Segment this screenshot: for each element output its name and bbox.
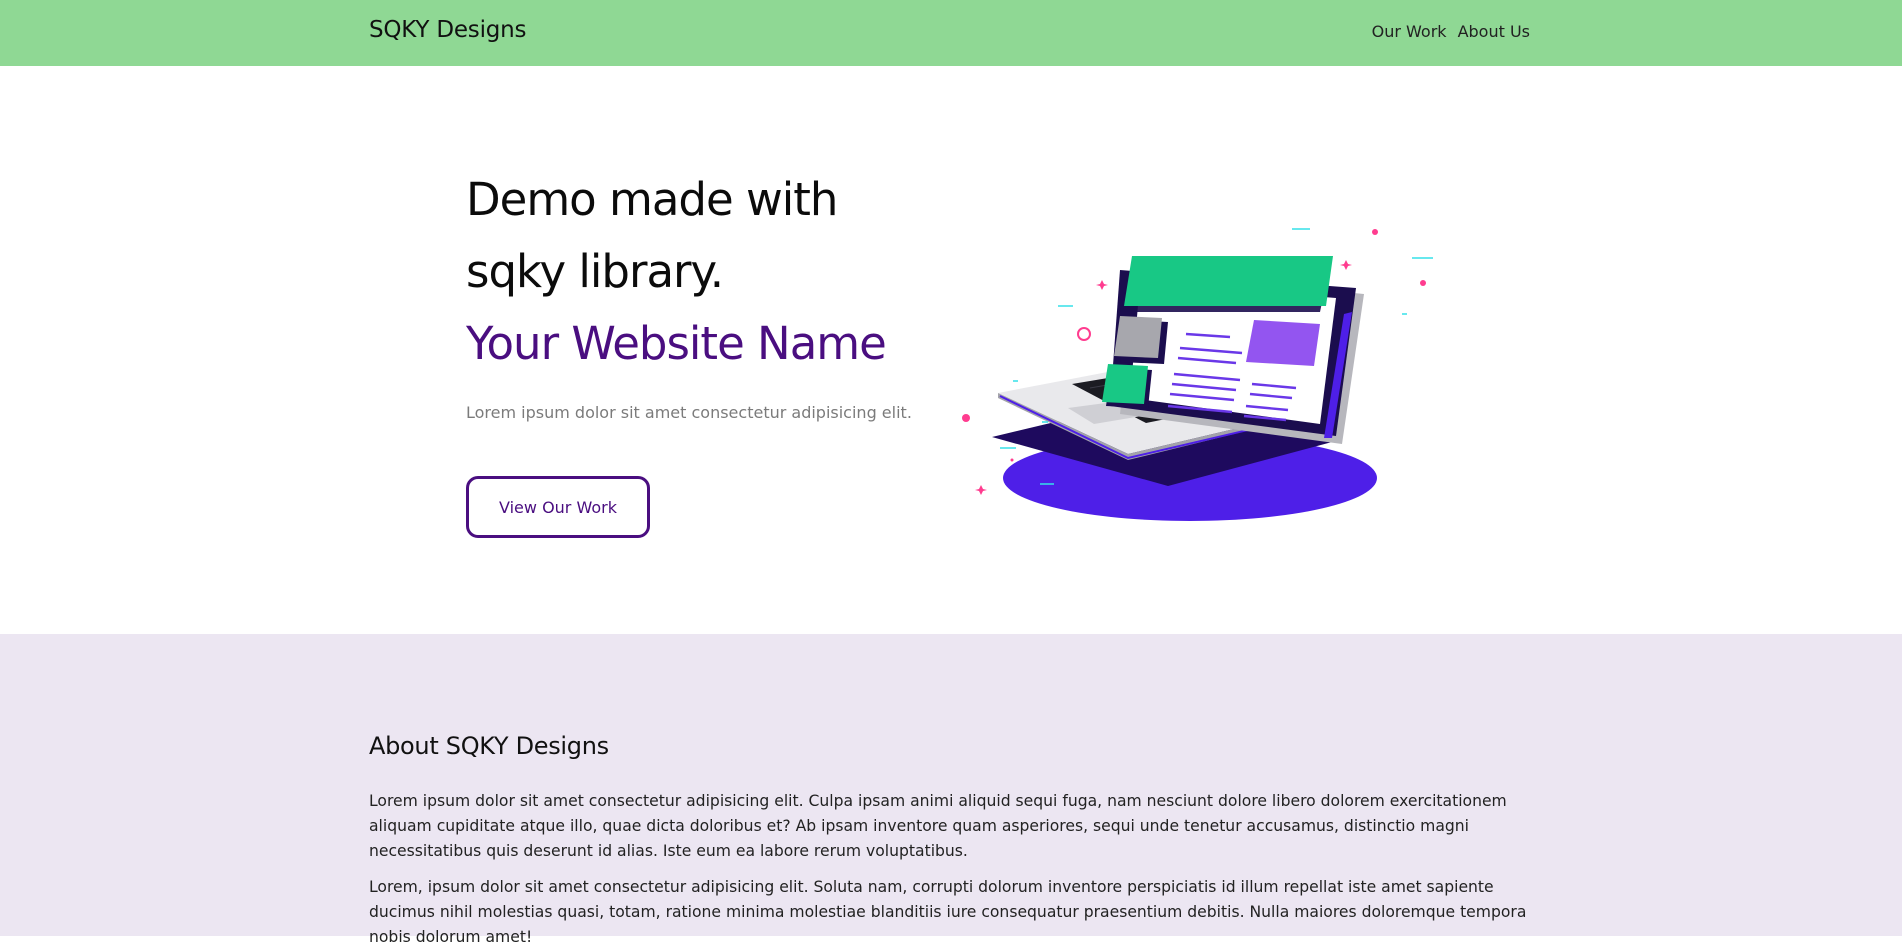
- nav-link-our-work[interactable]: Our Work: [1372, 22, 1447, 41]
- screen-purple-card: [1246, 320, 1320, 366]
- hero-title-line-1: Demo made with: [466, 173, 838, 226]
- hero-title-accent: Your Website Name: [466, 317, 887, 370]
- hero-title-line-2: sqky library.: [466, 245, 724, 298]
- gray-panel: [1114, 316, 1162, 358]
- nav-links: Our Work About Us: [1372, 22, 1530, 41]
- hero-title: Demo made with sqky library. Your Websit…: [466, 164, 966, 380]
- hero-subtitle: Lorem ipsum dolor sit amet consectetur a…: [466, 403, 912, 422]
- green-small-panel: [1102, 364, 1148, 404]
- hero-section: Demo made with sqky library. Your Websit…: [0, 66, 1902, 634]
- pink-ring: [1077, 327, 1091, 341]
- green-banner-panel: [1124, 256, 1333, 306]
- view-our-work-button[interactable]: View Our Work: [466, 476, 650, 538]
- about-section: About SQKY Designs Lorem ipsum dolor sit…: [0, 634, 1902, 946]
- laptop-illustration: [962, 228, 1433, 521]
- brand-logo-link[interactable]: SQKY Designs: [369, 17, 527, 43]
- about-paragraph-1: Lorem ipsum dolor sit amet consectetur a…: [369, 792, 1507, 860]
- about-paragraph-2: Lorem, ipsum dolor sit amet consectetur …: [369, 878, 1527, 946]
- nav-link-about-us[interactable]: About Us: [1458, 22, 1530, 41]
- navbar: SQKY Designs Our Work About Us: [0, 0, 1902, 66]
- about-heading: About SQKY Designs: [369, 732, 609, 760]
